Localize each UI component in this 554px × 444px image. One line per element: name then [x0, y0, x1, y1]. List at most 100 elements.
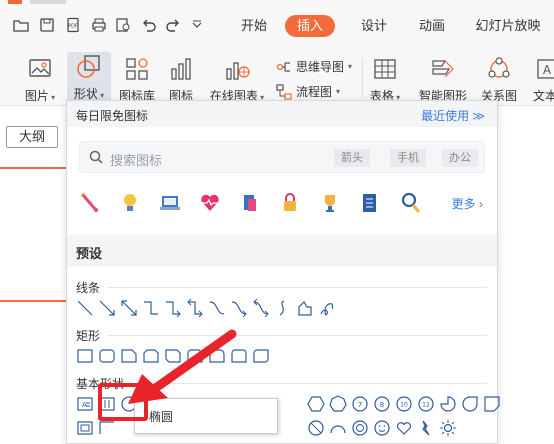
undo-icon[interactable]: [140, 16, 158, 34]
elbow-double-arrow-shape-icon[interactable]: [186, 299, 204, 317]
chip-arrow[interactable]: 箭头: [334, 149, 370, 167]
scribble-shape-icon[interactable]: [318, 299, 336, 317]
arrow-line-shape-icon[interactable]: [98, 299, 116, 317]
curve-shape-icon[interactable]: [274, 299, 292, 317]
section-lines-label: 线条: [76, 281, 101, 295]
search-placeholder: 搜索图标: [110, 153, 163, 168]
svg-text:PDF: PDF: [68, 24, 78, 30]
no-symbol-shape-icon[interactable]: [307, 419, 325, 437]
picture-icon: [25, 54, 55, 84]
relation-button[interactable]: 关系图: [478, 54, 520, 104]
tab-slideshow[interactable]: 幻灯片放映: [472, 15, 544, 37]
magnifier-icon[interactable]: [399, 191, 421, 215]
chip-phone[interactable]: 手机: [390, 149, 426, 167]
chart-button[interactable]: 图标: [164, 54, 198, 104]
circle-12-shape-icon[interactable]: 12: [417, 395, 435, 413]
lightning-shape-icon[interactable]: [417, 419, 435, 437]
heart-pulse-icon[interactable]: [199, 191, 221, 215]
document-icon[interactable]: [359, 191, 381, 215]
half-frame-shape-icon[interactable]: [98, 419, 116, 437]
tab-home[interactable]: 开始: [236, 15, 272, 37]
online-chart-button[interactable]: 在线图表 ▾: [205, 54, 269, 104]
preset-header: 预设: [67, 235, 497, 267]
smiley-shape-icon[interactable]: [373, 419, 391, 437]
chip-office[interactable]: 办公: [442, 149, 478, 167]
customize-dropdown-icon[interactable]: [188, 16, 206, 34]
double-arrow-line-shape-icon[interactable]: [120, 299, 138, 317]
section-rect-label: 矩形: [76, 329, 101, 343]
shape-button[interactable]: 形状 ▾: [67, 52, 111, 102]
heptagon-shape-icon[interactable]: [329, 395, 347, 413]
icon-library-button[interactable]: 图标库: [116, 54, 158, 104]
shape-label: 形状: [73, 87, 98, 101]
firework-icon[interactable]: [79, 191, 101, 215]
circle-8-shape-icon[interactable]: 8: [373, 395, 391, 413]
trophy-icon[interactable]: [319, 191, 341, 215]
export-pdf-icon[interactable]: PDF: [64, 16, 82, 34]
search-icon: [89, 150, 103, 164]
elbow-connector-shape-icon[interactable]: [142, 299, 160, 317]
books-icon[interactable]: [239, 191, 261, 215]
heart-shape-icon[interactable]: [395, 419, 413, 437]
bulb-icon[interactable]: [119, 191, 141, 215]
slide-thumbnail-border-bottom: [0, 300, 66, 302]
svg-text:10: 10: [400, 402, 408, 409]
flowchart-button[interactable]: 流程图 ▾: [276, 83, 340, 100]
elbow-arrow-connector-shape-icon[interactable]: [164, 299, 182, 317]
laptop-chart-icon[interactable]: [159, 191, 181, 215]
curved-double-arrow-shape-icon[interactable]: [252, 299, 270, 317]
lock-icon[interactable]: [279, 191, 301, 215]
sun-shape-icon[interactable]: [439, 419, 457, 437]
circle-10-shape-icon[interactable]: 10: [395, 395, 413, 413]
smart-shape-button[interactable]: 智能图形: [416, 54, 470, 104]
annotation-highlight-box: [98, 383, 148, 421]
tab-insert[interactable]: 插入: [285, 15, 336, 37]
rounded-rect-shape-icon[interactable]: [98, 347, 116, 365]
line-shape-icon[interactable]: [76, 299, 94, 317]
line-shapes-row: [67, 299, 497, 319]
daily-free-icons-title: 每日限免图标: [76, 109, 149, 123]
textbox-icon: A: [532, 54, 554, 84]
svg-text:7: 7: [358, 401, 362, 409]
mindmap-button[interactable]: 思维导图 ▾: [276, 58, 352, 75]
insert-ribbon: 图片 ▾ 形状 ▾ 图标库 图标 在线图表 ▾ 思维导图 ▾ 流程图 ▾ 表格 …: [0, 50, 554, 106]
svg-text:8: 8: [380, 401, 384, 409]
folded-shape-icon[interactable]: [483, 395, 501, 413]
textbox-shape-icon[interactable]: A: [76, 395, 94, 413]
slide-canvas[interactable]: [498, 107, 554, 444]
shape-icon: [74, 52, 104, 82]
redo-icon[interactable]: [164, 16, 182, 34]
hexagon-shape-icon[interactable]: [307, 395, 325, 413]
rectangle-shape-icon[interactable]: [76, 347, 94, 365]
open-folder-icon[interactable]: [12, 16, 30, 34]
relation-icon: [484, 54, 514, 84]
frame-shape-icon[interactable]: [76, 419, 94, 437]
quick-access-bar: PDF 开始 插入 设计 动画 幻灯片放映: [0, 0, 554, 50]
arc-shape-icon[interactable]: [329, 419, 347, 437]
tab-animation[interactable]: 动画: [414, 15, 450, 37]
circle-7-shape-icon[interactable]: 7: [351, 395, 369, 413]
preview-icon[interactable]: [114, 16, 132, 34]
curved-arrow-connector-shape-icon[interactable]: [230, 299, 248, 317]
tab-design[interactable]: 设计: [356, 15, 392, 37]
print-icon[interactable]: [90, 16, 108, 34]
save-icon[interactable]: [38, 16, 56, 34]
outline-tab[interactable]: 大纲: [6, 126, 58, 148]
text-label: 文本: [532, 89, 554, 103]
flowchart-label: 流程图: [296, 85, 333, 99]
freeform-shape-icon[interactable]: [296, 299, 314, 317]
picture-button[interactable]: 图片 ▾: [14, 54, 66, 104]
icon-search-input[interactable]: 搜索图标 箭头 手机 办公: [79, 141, 485, 173]
teardrop-shape-icon[interactable]: [461, 395, 479, 413]
more-icons-link[interactable]: 更多 ›: [452, 195, 483, 212]
recently-used-link[interactable]: 最近使用 ≫: [421, 107, 485, 124]
round-diagonal-rect-shape-icon[interactable]: [252, 347, 270, 365]
text-button[interactable]: A 文本: [532, 54, 554, 104]
table-button[interactable]: 表格 ▾: [366, 54, 404, 104]
block-arc-shape-icon[interactable]: [351, 419, 369, 437]
pie-shape-icon[interactable]: [439, 395, 457, 413]
curved-connector-shape-icon[interactable]: [208, 299, 226, 317]
slide-thumbnail-border: [0, 167, 66, 169]
bar-chart-icon: [166, 54, 196, 84]
mindmap-label: 思维导图: [296, 60, 345, 74]
